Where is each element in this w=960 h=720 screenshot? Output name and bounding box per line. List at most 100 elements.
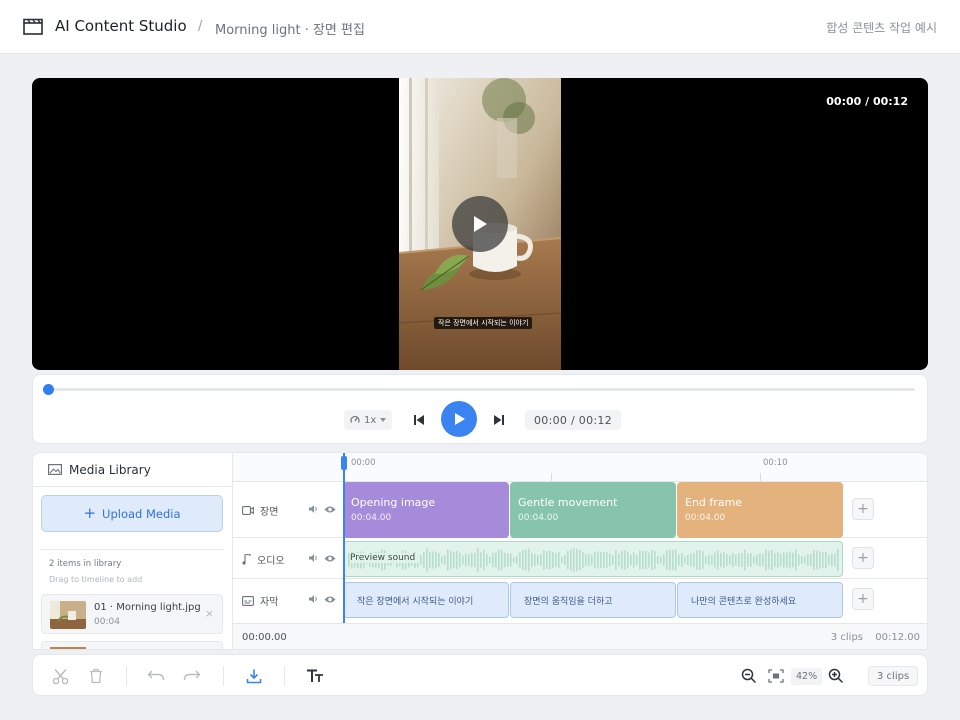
upload-media-button[interactable]: + Upload Media	[41, 495, 223, 532]
clapperboard-icon	[23, 18, 43, 35]
waveform-bar	[732, 553, 734, 567]
fit-to-screen-icon	[768, 669, 784, 683]
waveform-bar	[531, 552, 533, 568]
waveform-bar	[489, 556, 491, 564]
speed-select[interactable]: 1x	[344, 410, 393, 430]
waveform-bar	[798, 554, 800, 566]
subtitle-clip[interactable]: 장면의 움직임을 더하고	[510, 582, 676, 618]
waveform-bar	[777, 552, 779, 568]
waveform-bar	[627, 551, 629, 569]
waveform-bar	[663, 554, 665, 566]
library-item[interactable]	[41, 641, 223, 649]
waveform-bar	[579, 549, 581, 571]
overlay-play-button[interactable]	[452, 196, 508, 252]
eye-icon[interactable]	[324, 554, 336, 563]
waveform-bar	[726, 554, 728, 566]
track-name: 오디오	[257, 556, 285, 567]
subtitle-track: 자막 작은 장면에서 시작되는 이야기 장면의 움직임을 더하고 나만의 콘텐츠…	[233, 579, 927, 620]
waveform-bar	[714, 552, 716, 568]
redo-button[interactable]	[182, 666, 202, 686]
waveform-bar	[762, 553, 764, 567]
media-library-title: Media Library	[69, 462, 151, 477]
waveform-bar	[636, 554, 638, 566]
undo-button[interactable]	[146, 666, 166, 686]
waveform-bar	[501, 549, 503, 571]
waveform-bar	[465, 554, 467, 566]
play-button[interactable]	[441, 401, 477, 437]
track-controls	[308, 553, 336, 563]
playhead-handle[interactable]	[341, 456, 347, 470]
waveform-bar	[735, 554, 737, 566]
waveform-bar	[684, 556, 686, 564]
waveform-bar	[702, 551, 704, 569]
waveform-bar	[690, 553, 692, 567]
waveform-bar	[771, 549, 773, 571]
volume-icon[interactable]	[308, 553, 319, 563]
waveform-bar	[522, 550, 524, 570]
zoom-out-button[interactable]	[739, 666, 759, 686]
download-icon	[246, 669, 262, 684]
text-tool-button[interactable]	[305, 666, 325, 686]
top-bar: AI Content Studio / Morning light · 장면 편…	[0, 0, 960, 54]
scene-clip[interactable]: Gentle movement 00:04.00	[510, 482, 676, 538]
scrub-handle[interactable]	[43, 384, 54, 395]
volume-icon[interactable]	[308, 594, 319, 604]
timeline-total-time: 00:12.00	[875, 632, 920, 643]
add-subtitle-button[interactable]: +	[852, 588, 874, 610]
waveform-bar	[645, 550, 647, 570]
waveform-bar	[468, 554, 470, 566]
waveform-bar	[687, 554, 689, 566]
timeline-ruler[interactable]: 00:00 00:10	[233, 453, 927, 482]
skip-forward-button[interactable]	[490, 411, 508, 429]
waveform-bar	[537, 555, 539, 565]
skip-next-icon	[494, 415, 504, 425]
add-audio-button[interactable]: +	[852, 547, 874, 569]
track-label: 자막	[242, 593, 278, 608]
waveform-bar	[696, 550, 698, 570]
skip-back-button[interactable]	[410, 411, 428, 429]
subtitle-clip[interactable]: 나만의 콘텐츠로 완성하세요	[677, 582, 843, 618]
waveform-bar	[669, 549, 671, 571]
fit-timeline-button[interactable]	[766, 666, 786, 686]
playback-controls: 1x 00:00 / 00:12	[32, 374, 928, 444]
volume-icon[interactable]	[308, 504, 319, 514]
scrub-bar[interactable]	[43, 384, 915, 395]
waveform-bar	[711, 554, 713, 566]
redo-icon	[183, 670, 201, 681]
scene-clip[interactable]: End frame 00:04.00	[677, 482, 843, 538]
upload-media-label: Upload Media	[102, 506, 181, 521]
scene-clip[interactable]: Opening image 00:04.00	[343, 482, 509, 538]
subtitle-clip[interactable]: 작은 장면에서 시작되는 이야기	[343, 582, 509, 618]
waveform-bar	[720, 552, 722, 568]
waveform-bar	[675, 549, 677, 571]
scene-track: 장면 Opening image 00:04.00 Gentle movemen…	[233, 482, 927, 538]
eye-icon[interactable]	[324, 505, 336, 514]
waveform-bar	[816, 550, 818, 570]
export-button[interactable]	[244, 666, 264, 686]
waveform-bar	[561, 557, 563, 563]
waveform-bar	[504, 552, 506, 568]
delete-button[interactable]	[86, 666, 106, 686]
remove-item-icon[interactable]: ×	[205, 607, 214, 620]
audio-clip[interactable]: Preview sound	[343, 541, 843, 577]
clip-title: End frame	[685, 496, 743, 509]
track-name: 자막	[260, 597, 279, 608]
plus-icon: +	[83, 504, 97, 522]
waveform-bar	[648, 552, 650, 568]
waveform-bar	[810, 553, 812, 567]
library-item[interactable]: 01 · Morning light.jpg 00:04 ×	[41, 594, 223, 634]
waveform-bar	[597, 551, 599, 569]
add-scene-button[interactable]: +	[852, 498, 874, 520]
waveform-bar	[615, 550, 617, 570]
video-preview[interactable]: 00:00 / 00:12 작은 장면에서 시작되는 이야기	[32, 78, 928, 370]
breadcrumb[interactable]: Morning light · 장면 편집	[215, 19, 365, 38]
waveform-bar	[744, 549, 746, 571]
eye-icon[interactable]	[324, 595, 336, 604]
library-item-thumbnail	[50, 647, 86, 649]
zoom-in-button[interactable]	[826, 666, 846, 686]
track-controls	[308, 504, 336, 514]
split-button[interactable]	[50, 666, 70, 686]
playhead[interactable]	[343, 453, 345, 623]
video-icon	[242, 506, 254, 515]
waveform-bar	[624, 550, 626, 570]
